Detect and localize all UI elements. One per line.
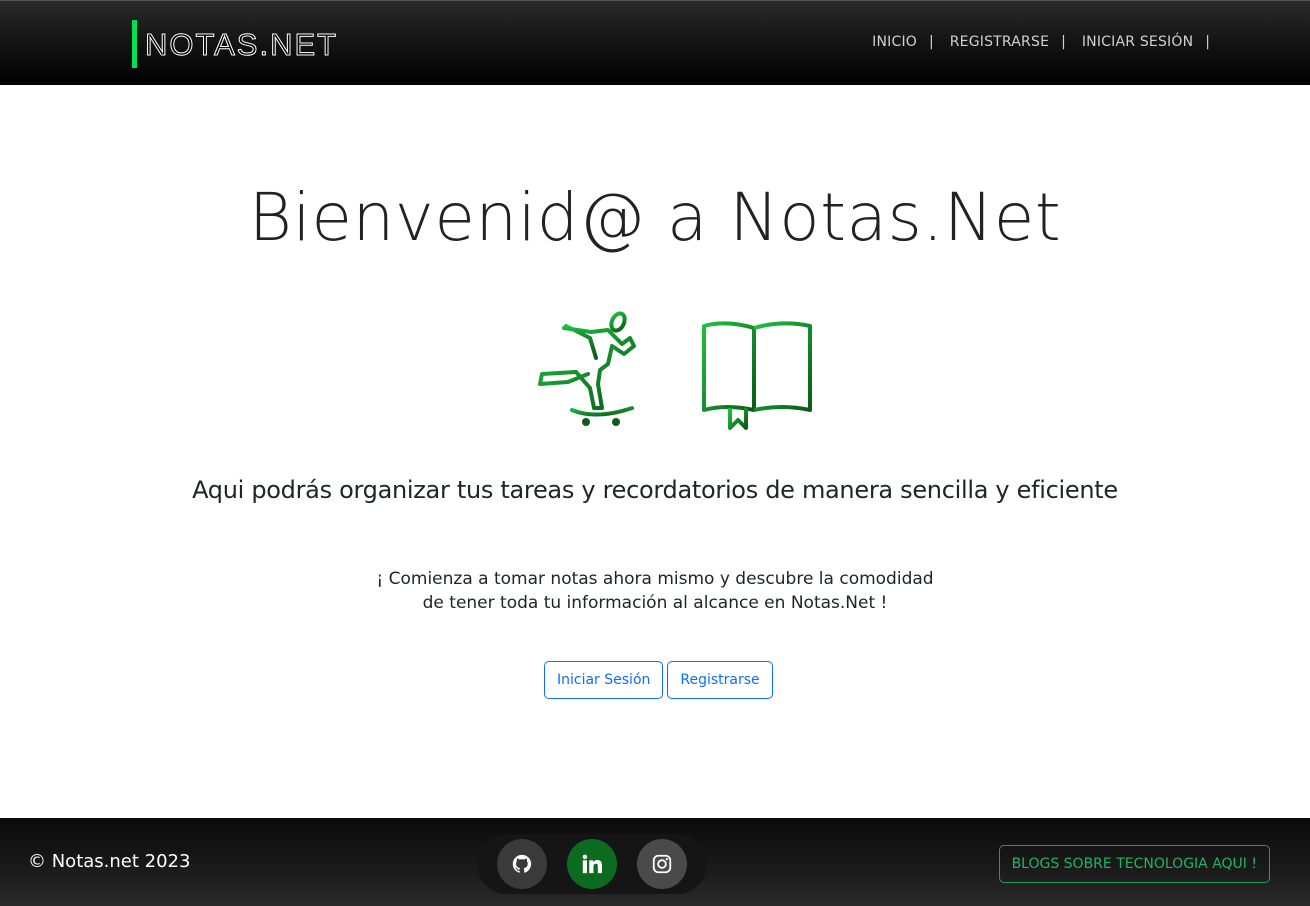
social-links (477, 834, 707, 894)
subtitle-text: ¡ Comienza a tomar notas ahora mismo y d… (0, 567, 1310, 615)
subtitle-line-1: ¡ Comienza a tomar notas ahora mismo y d… (376, 569, 934, 589)
lead-text: Aqui podrás organizar tus tareas y recor… (192, 476, 1118, 504)
main-nav: INICIO | REGISTRARSE | INICIAR SESIÓN | (872, 34, 1210, 50)
nav-link-iniciar-sesion[interactable]: INICIAR SESIÓN (1082, 34, 1193, 50)
login-button[interactable]: Iniciar Sesión (544, 661, 664, 699)
hero-actions: Iniciar Sesión Registrarse (544, 661, 773, 699)
linkedin-icon[interactable] (567, 839, 617, 889)
nav-separator: | (1205, 34, 1210, 50)
linkedin-glyph (582, 854, 602, 874)
skateboarder-icon (538, 311, 636, 426)
nav-separator: | (1061, 34, 1066, 50)
nav-link-registrarse[interactable]: REGISTRARSE (950, 34, 1049, 50)
hero-illustration (538, 311, 812, 430)
page-title: Bienvenid@ a Notas.Net (248, 179, 1062, 256)
copyright-text: © Notas.net 2023 (28, 851, 191, 872)
page-footer: © Notas.net 2023 BLOGS SOBRE TECNOLOGIA … (0, 818, 1310, 906)
brand-logo[interactable]: NOTAS.NET (132, 20, 338, 68)
nav-link-inicio[interactable]: INICIO (872, 34, 917, 50)
brand-name[interactable]: NOTAS.NET (144, 28, 338, 60)
register-button[interactable]: Registrarse (667, 661, 773, 699)
instagram-icon[interactable] (637, 839, 687, 889)
blogs-button[interactable]: BLOGS SOBRE TECNOLOGIA AQUI ! (998, 845, 1270, 883)
nav-separator: | (929, 34, 934, 50)
open-book-icon (702, 321, 812, 430)
instagram-glyph (652, 854, 672, 874)
github-glyph (512, 854, 532, 873)
subtitle-line-2: de tener toda tu información al alcance … (422, 593, 888, 613)
github-icon[interactable] (497, 839, 547, 889)
top-navbar: NOTAS.NET INICIO | REGISTRARSE | INICIAR… (0, 0, 1310, 85)
